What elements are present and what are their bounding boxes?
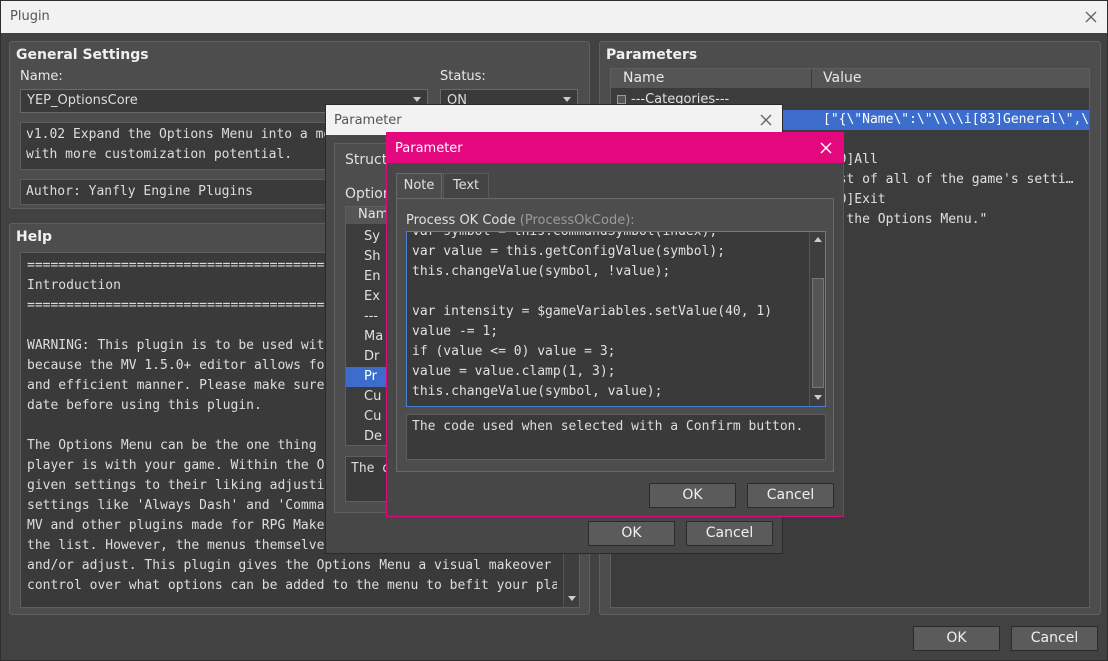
window-title: Plugin (10, 9, 50, 24)
row-value: ["{\"Name\":\"\\\\i[83]General\",\… (823, 112, 1089, 127)
note-tab-panel: Process OK Code (ProcessOkCode): var sym… (396, 198, 834, 472)
list-item-label: Ma (364, 329, 384, 344)
scroll-thumb[interactable] (812, 278, 824, 388)
code-line: if (value <= 0) value = 3; (412, 344, 616, 359)
list-item-label: Sy (364, 229, 380, 244)
chevron-down-icon (563, 97, 571, 102)
ok-button[interactable]: OK (649, 483, 736, 508)
list-item-label: Ex (364, 289, 380, 304)
ok-button[interactable]: OK (913, 626, 1000, 651)
name-label: Name: (20, 69, 63, 84)
row-value: list of all of the game's setti… (823, 172, 1074, 187)
parameters-title: Parameters (606, 47, 698, 63)
help-line: and/or adjust. This plugin gives the Opt… (27, 558, 552, 573)
cancel-button[interactable]: Cancel (747, 483, 834, 508)
cancel-button[interactable]: Cancel (1011, 626, 1098, 651)
option-label: Option (345, 186, 392, 202)
close-icon[interactable] (819, 141, 833, 155)
code-line: this.changeValue(symbol, value); (412, 384, 663, 399)
chevron-down-icon (413, 97, 421, 102)
collapse-icon[interactable] (617, 95, 626, 104)
list-item-label: Sh (364, 249, 381, 264)
header-divider (811, 69, 812, 89)
code-editor[interactable]: var symbol = this.commandSymbol(index); v… (406, 231, 826, 407)
list-item-label: Pr (364, 369, 377, 384)
tab-text[interactable]: Text (443, 173, 489, 199)
parameters-table-header: Name Value (611, 69, 1089, 89)
window-titlebar: Plugin (1, 1, 1107, 33)
name-value: YEP_OptionsCore (27, 93, 138, 108)
scroll-down-icon[interactable] (814, 395, 822, 400)
field-label-name: Process OK Code (406, 213, 516, 228)
scroll-up-icon[interactable] (814, 237, 822, 242)
tab-note[interactable]: Note (396, 173, 442, 199)
code-line: value -= 1; (412, 324, 499, 339)
structure-label: Struct (345, 152, 388, 168)
code-line: value = value.clamp(1, 3); (412, 364, 616, 379)
status-label: Status: (440, 69, 486, 84)
note-parameter-dialog: Parameter Note Text Process OK Code (Pro… (386, 132, 844, 517)
field-label: Process OK Code (ProcessOkCode): (406, 213, 635, 228)
code-line: var symbol = this.commandSymbol(index); (412, 231, 718, 239)
list-item-label: Dr (364, 349, 380, 364)
help-title: Help (16, 229, 53, 245)
code-line: var intensity = $gameVariables.setValue(… (412, 304, 773, 319)
help-line: control over what options can be added t… (27, 578, 557, 593)
tab-note-label: Note (403, 178, 435, 193)
col-value-header[interactable]: Value (823, 70, 861, 86)
field-description: The code used when selected with a Confi… (406, 414, 826, 460)
list-item-label: Cu (364, 409, 382, 424)
col-name-header[interactable]: Nam (358, 207, 388, 222)
code-scrollbar[interactable] (809, 232, 825, 406)
parameter-dialog-titlebar: Parameter (326, 105, 782, 135)
list-item-label: --- (364, 309, 379, 324)
scroll-down-icon[interactable] (568, 596, 576, 601)
code-line: var value = this.getConfigValue(symbol); (412, 244, 726, 259)
field-label-key: (ProcessOkCode): (519, 213, 635, 228)
list-item-label: En (364, 269, 381, 284)
code-line: this.changeValue(symbol, !value); (412, 264, 671, 279)
note-dialog-title: Parameter (395, 141, 463, 156)
list-item-label: De (364, 429, 383, 444)
tab-text-label: Text (452, 178, 480, 193)
general-settings-title: General Settings (16, 47, 149, 63)
note-dialog-titlebar: Parameter (387, 133, 843, 163)
row-value: it the Options Menu." (823, 212, 988, 227)
close-icon[interactable] (759, 113, 773, 127)
list-item-label: Cu (364, 389, 382, 404)
col-name-header[interactable]: Name (623, 70, 664, 86)
cancel-button[interactable]: Cancel (686, 521, 773, 546)
close-icon[interactable] (1084, 10, 1098, 24)
parameter-dialog-title: Parameter (334, 113, 402, 128)
ok-button[interactable]: OK (588, 521, 675, 546)
code-text: var symbol = this.commandSymbol(index); v… (412, 231, 812, 402)
